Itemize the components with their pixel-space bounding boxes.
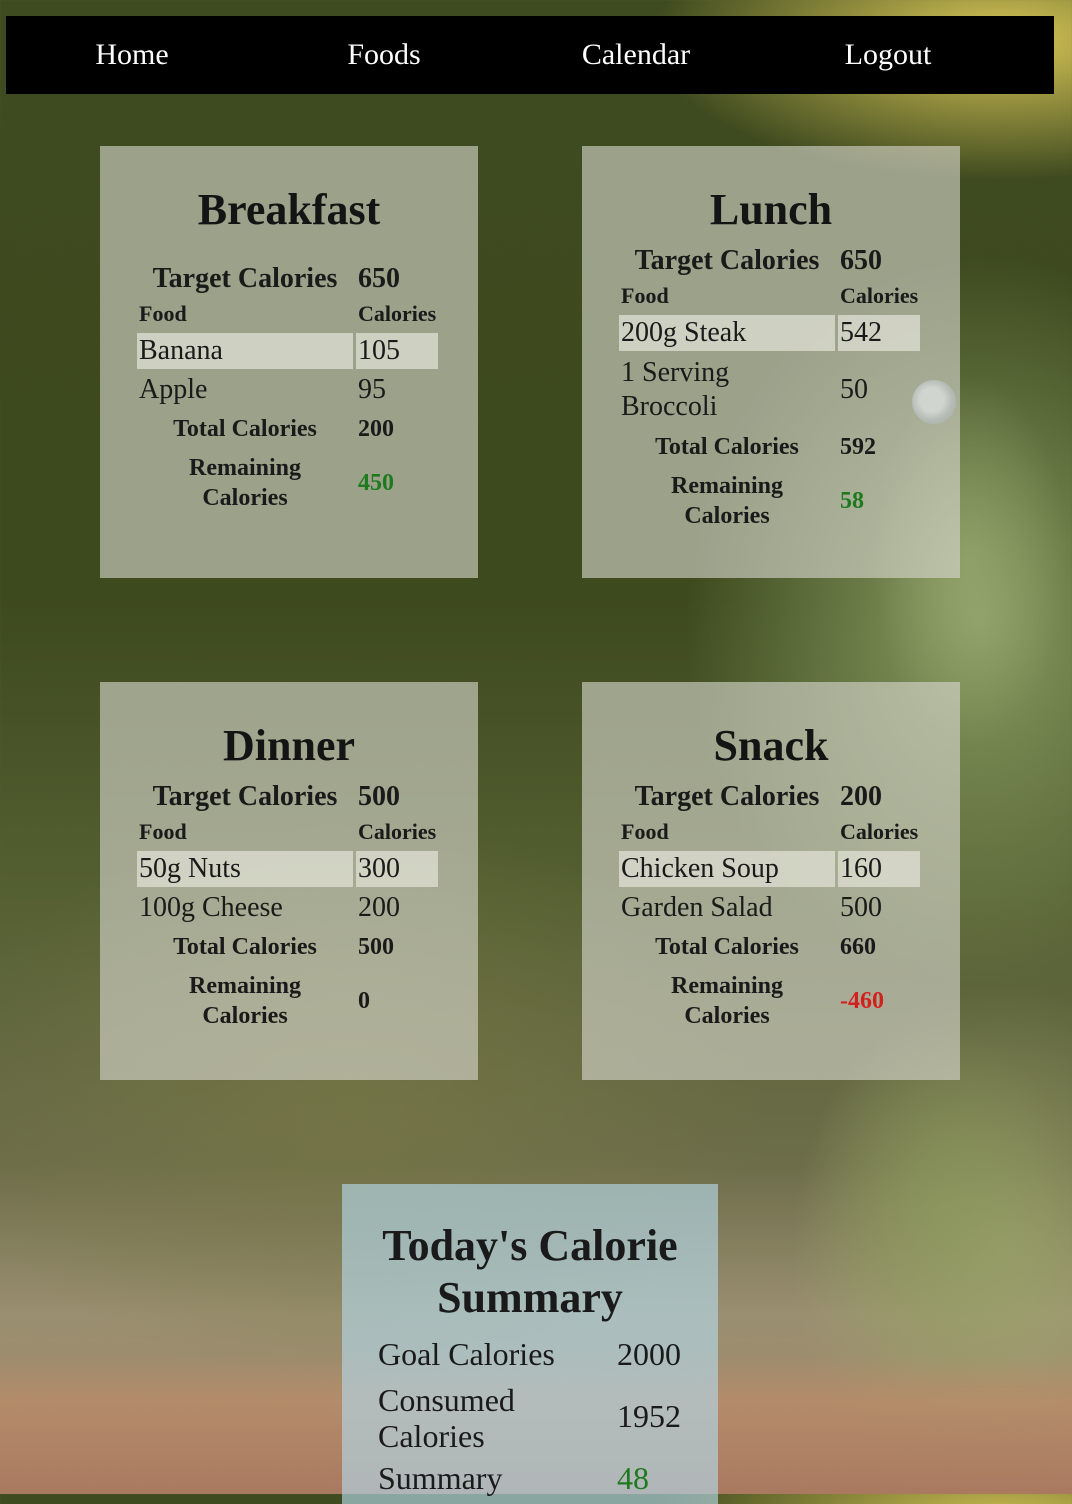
calories-column-header: Calories <box>358 819 437 844</box>
summary-title: Today's Calorie Summary <box>342 1220 718 1324</box>
table-row: 1 Serving Broccoli 50 <box>619 354 920 426</box>
breakfast-card: Breakfast Target Calories 650 Food Calor… <box>100 146 478 578</box>
target-calories-value: 650 <box>840 245 882 276</box>
dinner-card: Dinner Target Calories 500 Food Calories… <box>100 682 478 1080</box>
table-row: 200g Steak 542 <box>619 315 921 351</box>
total-calories-label: Total Calories <box>173 415 317 442</box>
remaining-calories-value: 0 <box>358 987 370 1014</box>
table-row: 50g Nuts 300 <box>137 851 439 887</box>
target-calories-label: Target Calories <box>634 245 820 276</box>
summary-value: 48 <box>617 1460 649 1496</box>
food-name: Banana <box>137 333 353 369</box>
consumed-calories-value: 1952 <box>617 1398 681 1434</box>
table-row: 100g Cheese 200 <box>137 890 438 926</box>
food-calories: 160 <box>838 851 921 887</box>
remaining-calories-label-text: Remaining Calories <box>188 455 301 511</box>
breakfast-table: Target Calories 650 Food Calories Banana… <box>134 260 441 519</box>
food-column-header: Food <box>621 819 669 844</box>
remaining-calories-label: Remaining Calories <box>619 468 835 534</box>
food-column-header: Food <box>139 301 187 326</box>
food-column-header: Food <box>621 283 669 308</box>
remaining-calories-label: Remaining Calories <box>137 450 353 516</box>
calories-column-header: Calories <box>358 301 437 326</box>
food-name: Garden Salad <box>621 892 773 923</box>
table-row: Chicken Soup 160 <box>619 851 921 887</box>
total-calories-value: 592 <box>840 433 876 460</box>
food-calories: 200 <box>358 892 400 923</box>
total-calories-label: Total Calories <box>655 933 799 960</box>
food-name: 50g Nuts <box>137 851 353 887</box>
food-name: 1 Serving Broccoli <box>619 354 835 426</box>
table-row: Banana 105 <box>137 333 439 369</box>
goal-calories-label: Goal Calories <box>378 1336 555 1372</box>
food-calories: 105 <box>356 333 439 369</box>
remaining-calories-label: Remaining Calories <box>137 968 353 1034</box>
food-calories: 542 <box>838 315 921 351</box>
food-name: Apple <box>139 374 208 405</box>
remaining-calories-value: 450 <box>358 469 394 496</box>
food-calories: 50 <box>840 374 868 405</box>
breakfast-title: Breakfast <box>197 185 381 234</box>
table-row: Garden Salad 500 <box>619 890 920 926</box>
nav-foods-link[interactable]: Foods <box>258 16 510 94</box>
top-nav-bar: Home Foods Calendar Logout <box>6 16 1054 94</box>
nav-home-link[interactable]: Home <box>6 16 258 94</box>
food-name-text: 1 Serving Broccoli <box>621 357 730 422</box>
remaining-calories-label: Remaining Calories <box>619 968 835 1034</box>
lunch-title: Lunch <box>709 185 833 234</box>
consumed-calories-label: Consumed Calories <box>378 1382 515 1454</box>
lunch-card: Lunch Target Calories 650 Food Calories … <box>582 146 960 578</box>
food-name: 200g Steak <box>619 315 835 351</box>
snack-card: Snack Target Calories 200 Food Calories … <box>582 682 960 1080</box>
lunch-table: Target Calories 650 Food Calories 200g S… <box>616 242 923 537</box>
target-calories-label: Target Calories <box>152 263 338 294</box>
target-calories-value: 200 <box>840 781 882 812</box>
total-calories-label: Total Calories <box>655 433 799 460</box>
nav-logout-link[interactable]: Logout <box>762 16 1014 94</box>
summary-title-text: Today's Calorie Summary <box>382 1221 678 1322</box>
snack-table: Target Calories 200 Food Calories Chicke… <box>616 778 923 1037</box>
food-calories: 95 <box>358 374 386 405</box>
food-name: Chicken Soup <box>619 851 835 887</box>
calories-column-header: Calories <box>840 819 919 844</box>
target-calories-label: Target Calories <box>634 781 820 812</box>
remaining-calories-label-text: Remaining Calories <box>670 973 783 1029</box>
food-column-header: Food <box>139 819 187 844</box>
remaining-calories-value: 58 <box>840 487 864 514</box>
total-calories-value: 500 <box>358 933 394 960</box>
consumed-calories-row: Consumed Calories 1952 <box>378 1382 688 1454</box>
remaining-calories-label-text: Remaining Calories <box>188 973 301 1029</box>
target-calories-value: 650 <box>358 263 400 294</box>
food-calories: 300 <box>356 851 439 887</box>
total-calories-value: 200 <box>358 415 394 442</box>
dinner-table: Target Calories 500 Food Calories 50g Nu… <box>134 778 441 1037</box>
target-calories-value: 500 <box>358 781 400 812</box>
remaining-calories-value: -460 <box>840 987 884 1014</box>
calorie-summary-card: Today's Calorie Summary Goal Calories 20… <box>342 1184 718 1504</box>
table-row: Apple 95 <box>137 372 438 408</box>
total-calories-value: 660 <box>840 933 876 960</box>
summary-row: Summary 48 <box>378 1460 688 1500</box>
target-calories-label: Target Calories <box>152 781 338 812</box>
food-calories: 500 <box>840 892 882 923</box>
food-name: 100g Cheese <box>139 892 283 923</box>
total-calories-label: Total Calories <box>173 933 317 960</box>
remaining-calories-label-text: Remaining Calories <box>670 473 783 529</box>
snack-title: Snack <box>713 721 829 770</box>
goal-calories-row: Goal Calories 2000 <box>378 1336 688 1376</box>
calories-column-header: Calories <box>840 283 919 308</box>
dinner-title: Dinner <box>223 721 355 770</box>
goal-calories-value: 2000 <box>617 1336 681 1372</box>
nav-calendar-link[interactable]: Calendar <box>510 16 762 94</box>
summary-label: Summary <box>378 1460 503 1496</box>
